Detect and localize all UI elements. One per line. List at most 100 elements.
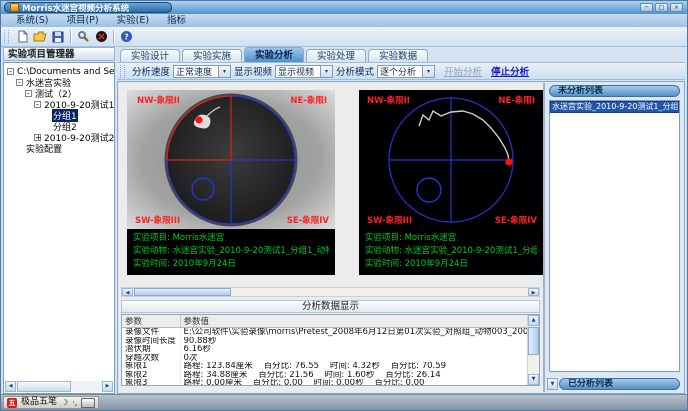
analysis-area: 实验设计 实验实施 实验分析 实验处理 实验数据 分析速度 正常速度 ▾ 显示视… bbox=[117, 47, 685, 394]
save-disk-icon bbox=[52, 31, 64, 43]
track-plot-view: NW-象限II NE-象限I SW-象限III SE-象限IV bbox=[359, 90, 543, 229]
toolbar-separator bbox=[113, 30, 114, 43]
scroll-left-icon[interactable]: ◀ bbox=[122, 288, 133, 296]
close-button[interactable]: × bbox=[670, 3, 683, 12]
table-row[interactable]: 录像文件E:\公司软件\实验录像\morris\Pretest_2008年6月1… bbox=[122, 328, 539, 337]
tools-button[interactable] bbox=[74, 29, 92, 45]
tree-expander-icon[interactable]: + bbox=[34, 134, 41, 141]
tab-experiment-data[interactable]: 实验数据 bbox=[368, 49, 428, 62]
ime-punctuation-icon[interactable]: ·, bbox=[72, 397, 77, 408]
scroll-right-icon[interactable]: ▶ bbox=[528, 288, 539, 296]
window-title: Morris水迷宫视频分析系统 bbox=[22, 2, 129, 13]
video-area-horizontal-scrollbar[interactable]: ◀ ▶ bbox=[121, 287, 540, 297]
toolbar-separator bbox=[70, 30, 71, 43]
track-plot-panel: NW-象限II NE-象限I SW-象限III SE-象限IV 实验项目: Mo… bbox=[359, 90, 543, 275]
chevron-down-icon[interactable]: ▾ bbox=[320, 66, 332, 77]
tab-bar: 实验设计 实验实施 实验分析 实验处理 实验数据 bbox=[120, 47, 685, 62]
tab-experiment-analysis[interactable]: 实验分析 bbox=[244, 47, 304, 62]
scroll-down-icon[interactable]: ▼ bbox=[528, 374, 539, 385]
app-window: Morris水迷宫视频分析系统 ─ □ × 系统(S) 项目(P) 实验(E) … bbox=[0, 0, 688, 411]
table-row[interactable]: 录像时间长度90.88秒 bbox=[122, 337, 539, 346]
tab-experiment-processing[interactable]: 实验处理 bbox=[306, 49, 366, 62]
list-item[interactable]: 水迷宫实验_2010-9-20测试1_分组1_动物 bbox=[550, 101, 679, 113]
unanalyzed-list-button[interactable]: 未分析列表 bbox=[549, 85, 680, 97]
se-quadrant-label: SE-象限IV bbox=[495, 215, 538, 226]
analyzed-list-button[interactable]: 已分析列表 bbox=[559, 378, 680, 390]
table-row[interactable]: 象限3路程: 0.00厘米 百分比: 0.00 时间: 0.00秒 百分比: 0… bbox=[122, 379, 539, 386]
start-analysis-link: 开始分析 bbox=[444, 64, 482, 78]
data-display-header: 分析数据显示 bbox=[121, 300, 540, 313]
stop-analysis-link[interactable]: 停止分析 bbox=[491, 64, 529, 78]
ime-logo-icon[interactable]: 五 bbox=[7, 398, 17, 408]
toolbar-gripper bbox=[4, 30, 9, 43]
help-button[interactable]: ? bbox=[117, 29, 135, 45]
tools-icon bbox=[77, 30, 90, 43]
menu-system[interactable]: 系统(S) bbox=[7, 15, 57, 27]
project-tree: - C:\Documents and Settings\Adm - 水迷宫实验 … bbox=[3, 62, 115, 394]
scrollbar-thumb[interactable] bbox=[528, 327, 539, 355]
menu-experiment[interactable]: 实验(E) bbox=[108, 15, 158, 27]
chevron-down-icon[interactable]: ▾ bbox=[218, 66, 230, 77]
video-row: NW-象限II NE-象限I SW-象限III SE-象限IV 实验项目: Mo… bbox=[127, 90, 543, 275]
ime-name[interactable]: 极品五笔 bbox=[21, 397, 57, 408]
save-button[interactable] bbox=[49, 29, 67, 45]
speed-label: 分析速度 bbox=[132, 64, 170, 78]
analysis-controlbar: 分析速度 正常速度 ▾ 显示视频 显示视频 ▾ 分析模式 逐个分析 ▾ 开始分析… bbox=[117, 62, 685, 80]
minimize-button[interactable]: ─ bbox=[640, 3, 653, 12]
tab-experiment-run[interactable]: 实验实施 bbox=[182, 49, 242, 62]
scrollbar-thumb[interactable] bbox=[17, 381, 71, 392]
live-video-panel: NW-象限II NE-象限I SW-象限III SE-象限IV 实验项目: Mo… bbox=[127, 90, 335, 275]
soft-keyboard-icon[interactable] bbox=[81, 398, 95, 408]
live-video-view: NW-象限II NE-象限I SW-象限III SE-象限IV bbox=[127, 90, 335, 229]
tree-item-config[interactable]: 实验配置 bbox=[7, 143, 114, 154]
tree-horizontal-scrollbar[interactable]: ◀ ▶ bbox=[5, 381, 113, 392]
video-and-data-panel: NW-象限II NE-象限I SW-象限III SE-象限IV 实验项目: Mo… bbox=[119, 83, 545, 392]
param-column-header: 参数 bbox=[122, 315, 180, 328]
nw-quadrant-label: NW-象限II bbox=[137, 95, 180, 106]
delete-button[interactable] bbox=[92, 29, 110, 45]
ime-toolbar[interactable]: 五 极品五笔 ☽ ·, bbox=[3, 396, 99, 409]
scrollbar-thumb[interactable] bbox=[134, 288, 231, 296]
open-folder-icon bbox=[33, 30, 47, 43]
info-project-label: 实验项目: bbox=[133, 233, 170, 243]
delete-icon bbox=[95, 30, 108, 43]
sw-quadrant-label: SW-象限III bbox=[135, 215, 180, 226]
table-row[interactable]: 潜伏期6.16秒 bbox=[122, 345, 539, 354]
table-vertical-scrollbar[interactable]: ▲ ▼ bbox=[527, 315, 539, 385]
scroll-right-icon[interactable]: ▶ bbox=[102, 381, 113, 392]
maximize-button[interactable]: □ bbox=[655, 3, 668, 12]
menu-metrics[interactable]: 指标 bbox=[158, 15, 195, 27]
scroll-left-icon[interactable]: ◀ bbox=[5, 381, 16, 392]
table-row[interactable]: 象限1路程: 123.84厘米 百分比: 76.55 时间: 4.32秒 百分比… bbox=[122, 362, 539, 371]
scroll-up-icon[interactable]: ▲ bbox=[528, 315, 539, 326]
chevron-down-icon[interactable]: ▾ bbox=[422, 66, 434, 77]
menu-project[interactable]: 项目(P) bbox=[57, 15, 107, 27]
open-folder-button[interactable] bbox=[31, 29, 49, 45]
new-document-button[interactable] bbox=[13, 29, 31, 45]
tree-expander-icon[interactable]: - bbox=[25, 90, 32, 97]
tree-expander-icon[interactable]: - bbox=[34, 101, 41, 108]
window-controls: ─ □ × bbox=[640, 3, 683, 12]
statusbar: 五 极品五笔 ☽ ·, bbox=[1, 394, 687, 410]
video-info-strip: 实验项目: Morris水迷宫 实验动物: 水迷宫实验_2010-9-20测试1… bbox=[359, 229, 543, 275]
nw-quadrant-label: NW-象限II bbox=[367, 95, 410, 106]
project-explorer-header: 实验项目管理器 bbox=[3, 47, 115, 61]
sidebar-scroll-down-button[interactable]: ▼ bbox=[547, 378, 558, 390]
tab-experiment-design[interactable]: 实验设计 bbox=[120, 49, 180, 62]
video-display-select[interactable]: 显示视频 ▾ bbox=[275, 65, 333, 78]
track-end-dot bbox=[505, 158, 512, 165]
mode-label: 分析模式 bbox=[336, 64, 374, 78]
tree-expander-icon[interactable]: - bbox=[7, 68, 14, 75]
tree-expander-icon[interactable]: - bbox=[16, 79, 23, 86]
ime-fullhalf-icon[interactable]: ☽ bbox=[61, 397, 68, 408]
mode-select[interactable]: 逐个分析 ▾ bbox=[377, 65, 435, 78]
table-row[interactable]: 象限2路程: 34.88厘米 百分比: 21.56 时间: 1.60秒 百分比:… bbox=[122, 371, 539, 380]
video-display-label: 显示视频 bbox=[234, 64, 272, 78]
value-column-header: 参数值 bbox=[180, 315, 539, 328]
video-info-strip: 实验项目: Morris水迷宫 实验动物: 水迷宫实验_2010-9-20测试1… bbox=[127, 229, 335, 275]
speed-select[interactable]: 正常速度 ▾ bbox=[173, 65, 231, 78]
table-row[interactable]: 穿越次数0次 bbox=[122, 354, 539, 363]
sw-quadrant-label: SW-象限III bbox=[367, 215, 412, 226]
info-time-label: 实验时间: bbox=[133, 259, 170, 269]
workspace: 实验项目管理器 - C:\Documents and Settings\Adm … bbox=[1, 47, 687, 395]
